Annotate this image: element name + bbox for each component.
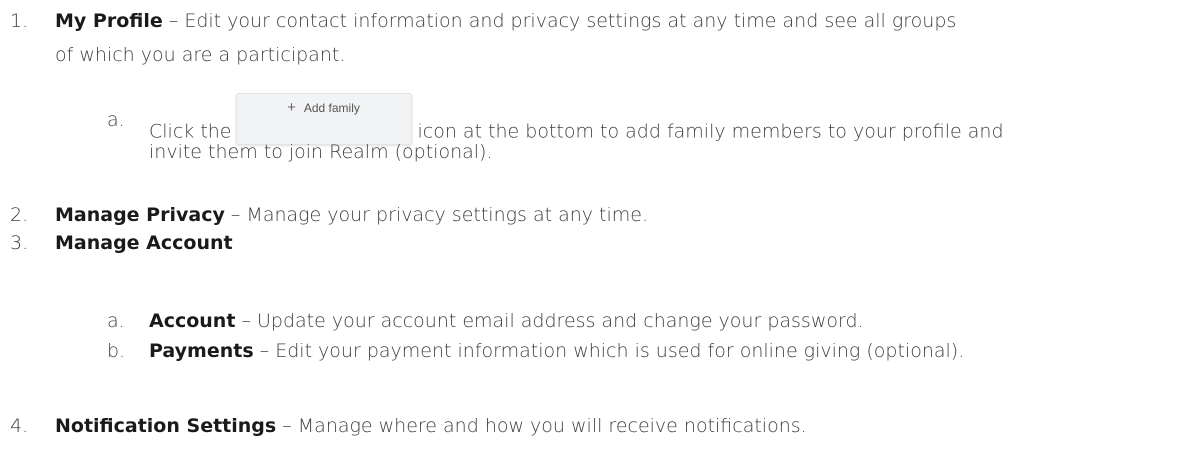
sublist-letter-text: a. [107,109,125,131]
item-title-notification-settings: Notification Settings [55,415,277,437]
item-desc: – Manage your privacy settings at any ti… [224,204,649,226]
item-title-manage-account: Manage Account [55,232,233,254]
list-item-my-profile-text: My Profile – Edit your contact informati… [55,7,956,35]
list-number: 3. [10,232,29,254]
list-item-my-profile-text-cont: of which you are a participant. [55,41,345,69]
list-item-notification-settings: Notification Settings – Manage where and… [55,412,807,440]
subitem-title-account: Account [149,310,236,332]
subitem-text-after: icon at the bottom to add family members… [417,120,1004,143]
plus-icon: + [287,99,296,116]
list-number: 1. [10,10,29,32]
sublist-letter-text: a. [107,310,125,332]
list-number: 2. [10,204,29,226]
sublist-letter-b: b. [107,337,125,365]
list-number-2: 2. [10,201,28,229]
subitem-desc: – Update your account email address and … [235,310,864,332]
item-desc: – Edit your contact information and priv… [162,10,957,32]
sublist-letter-a: a. [107,307,125,335]
subitem-title-payments: Payments [149,340,254,362]
list-item-manage-account: Manage Account [55,229,233,257]
sublist-item-add-family-cont: invite them to join Realm (optional). [149,138,493,166]
sublist-item-payments: Payments – Edit your payment information… [149,337,964,365]
list-number: 4. [10,415,29,437]
sublist-letter: a. [107,106,125,134]
item-title-manage-privacy: Manage Privacy [55,204,225,226]
list-item-my-profile: 1. [10,7,28,35]
item-desc: – Manage where and how you will receive … [276,415,807,437]
list-number-3: 3. [10,229,28,257]
sublist-item-account: Account – Update your account email addr… [149,307,864,335]
subitem-desc: – Edit your payment information which is… [253,340,965,362]
sublist-letter-text: b. [107,340,126,362]
item-desc-cont: of which you are a participant. [55,44,346,66]
add-family-label: Add family [303,101,360,115]
subitem-text-line2: invite them to join Realm (optional). [149,141,493,163]
item-title-my-profile: My Profile [55,10,163,32]
list-item-manage-privacy: Manage Privacy – Manage your privacy set… [55,201,648,229]
list-number-4: 4. [10,412,28,440]
